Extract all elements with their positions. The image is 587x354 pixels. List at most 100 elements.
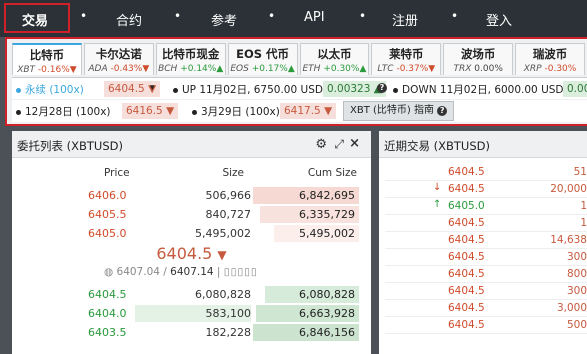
ask-size: 506,966 <box>205 189 252 202</box>
up-label: UP 11月02日, 6750.00 USD <box>182 84 323 96</box>
tab-eos[interactable]: EOS 代币 EOS +0.17%▲ <box>227 43 298 75</box>
xbt-guide-button[interactable]: XBT (比特币) 指南 ? <box>343 101 455 121</box>
nav-register[interactable]: 注册 <box>392 10 418 29</box>
dec-price: 6416.5 <box>126 105 163 117</box>
perpetual-label: 永续 (100x) <box>25 84 84 96</box>
mark-price: 6407.04 <box>116 266 160 278</box>
trade-price: 6404.5 <box>448 319 485 331</box>
trade-price: 6404.5 <box>448 251 485 263</box>
col-size[interactable]: Size <box>222 167 244 179</box>
nav-api[interactable]: API <box>304 10 325 25</box>
dec-price-badge: 6416.5 ▼ <box>122 103 179 119</box>
tab-name: 以太币 <box>317 47 352 61</box>
last-price: 6404.5 ▼ <box>12 244 371 263</box>
bid-row[interactable]: 6404.0 583,100 6,663,928 <box>12 304 371 323</box>
tab-eth[interactable]: 以太币 ETH +0.30%▲ <box>299 43 370 75</box>
tab-symbol: XRP <box>523 64 542 74</box>
index-price: 6407.14 <box>170 266 214 278</box>
arrow-up-icon: ▲ <box>287 64 295 74</box>
ask-row[interactable]: 6405.5 840,727 6,335,729 <box>12 205 371 224</box>
ask-cum: 6,842,695 <box>299 189 355 202</box>
tab-change: +0.30% <box>323 64 360 74</box>
top-nav: 交易 • 合约 • 参考 • API • 注册 • 登入 <box>0 0 587 37</box>
arrow-down-icon: ▼ <box>69 65 77 75</box>
ask-row[interactable]: 6405.0 5,495,002 5,495,002 <box>12 224 371 243</box>
tab-name: 莱特币 <box>389 47 424 61</box>
nav-contracts[interactable]: 合约 <box>116 10 142 29</box>
trade-row: 6404.5 300 <box>385 249 587 266</box>
tab-name: 卡尔达诺 <box>95 47 142 61</box>
bid-cum: 6,846,156 <box>299 326 355 339</box>
chevron-down-icon[interactable]: ▾ <box>150 83 155 93</box>
up-contract[interactable]: UP 11月02日, 6750.00 USD <box>173 82 323 97</box>
contracts-row-2: 12月28日 (100x) 6416.5 ▼ 3月29日 (100x) 6417… <box>12 100 587 122</box>
tab-name: EOS 代币 <box>236 47 290 61</box>
tab-xrp[interactable]: 瑞波币 XRP -0.30% <box>515 43 585 75</box>
orderbook-header: 委托列表 (XBTUSD) ⚙ ⤢ × <box>12 131 371 158</box>
trade-row: 6404.5 300 <box>385 283 587 300</box>
tab-name: 比特币 <box>29 48 65 62</box>
nav-separator: • <box>174 9 182 23</box>
trade-row: 6404.5 800 <box>385 266 587 283</box>
close-icon[interactable]: × <box>349 136 360 151</box>
ask-size: 840,727 <box>205 208 252 221</box>
orderbook-title: 委托列表 (XBTUSD) <box>17 139 123 153</box>
tab-symbol: ADA <box>88 64 108 74</box>
bid-price: 6403.5 <box>88 326 127 339</box>
bid-price: 6404.0 <box>88 307 127 320</box>
trade-row: 6404.5 14,638 <box>385 232 587 249</box>
tab-trx[interactable]: 波场币 TRX 0.00% <box>443 43 514 75</box>
recent-trades-header: 近期交易 (XBTUSD) <box>379 131 587 158</box>
arrow-up-icon: ↑ <box>433 199 442 210</box>
arrow-down-icon: ▼ <box>217 248 227 262</box>
trade-size: 1 <box>580 217 587 229</box>
tab-symbol: EOS <box>230 64 249 74</box>
tab-xbt[interactable]: 比特币 XBT -0.16%▼ <box>12 43 82 75</box>
perpetual-price: 6404.5 <box>108 83 145 95</box>
mar-contract[interactable]: 3月29日 (100x) <box>192 104 280 119</box>
arrow-up-icon: ▲ <box>216 64 224 74</box>
tab-bch[interactable]: 比特币现金 BCH +0.14%▲ <box>155 43 226 75</box>
tab-change: +0.14% <box>180 64 217 74</box>
perpetual-contract[interactable]: 永续 (100x) <box>16 82 84 97</box>
tab-change: 0.00% <box>474 64 503 74</box>
nav-separator: • <box>359 9 367 23</box>
trade-size: 300 <box>566 251 587 263</box>
tab-name: 瑞波币 <box>532 47 568 61</box>
trade-price: 6404.5 <box>448 268 485 280</box>
trade-row: 6404.5 500 <box>385 317 587 334</box>
trade-size: 500 <box>566 319 587 331</box>
col-price[interactable]: Price <box>104 167 130 179</box>
ask-row[interactable]: 6406.0 506,966 6,842,695 <box>12 186 371 205</box>
recent-trades-title: 近期交易 (XBTUSD) <box>384 139 490 153</box>
tab-ada[interactable]: 卡尔达诺 ADA -0.43%▼ <box>83 43 154 75</box>
arrow-down-icon: ▼ <box>142 64 150 74</box>
bid-size: 182,228 <box>205 326 252 339</box>
trade-size: 3,000 <box>556 302 587 314</box>
trade-price: 6404.5 <box>448 285 485 297</box>
ask-size: 5,495,002 <box>195 227 251 240</box>
contracts-row-1: 永续 (100x) 6404.5 ▼ ▾ UP 11月02日, 6750.00 … <box>12 77 587 99</box>
trade-row: 6404.5 51 <box>385 164 587 181</box>
nav-trade[interactable]: 交易 <box>22 10 48 29</box>
bid-row[interactable]: 6404.5 6,080,828 6,080,828 <box>12 285 371 304</box>
nav-login[interactable]: 登入 <box>486 10 512 29</box>
expand-icon[interactable]: ⤢ <box>334 137 344 152</box>
nav-reference[interactable]: 参考 <box>211 10 237 29</box>
ask-price: 6406.0 <box>88 189 127 202</box>
trade-size: 800 <box>566 268 587 280</box>
dec-contract[interactable]: 12月28日 (100x) <box>16 104 111 119</box>
tab-ltc[interactable]: 莱特币 LTC -0.37%▼ <box>371 43 442 75</box>
instrument-tabs: 比特币 XBT -0.16%▼ 卡尔达诺 ADA -0.43%▼ 比特币现金 B… <box>12 43 587 75</box>
trade-row: ↓ 6404.5 20,000 <box>385 181 587 198</box>
arrow-up-icon: ▲ <box>359 64 367 74</box>
bid-row[interactable]: 6403.5 182,228 6,846,156 <box>12 323 371 342</box>
mar-label: 3月29日 (100x) <box>201 106 280 118</box>
down-contract[interactable]: DOWN 11月02日, 6000.00 USD <box>393 82 564 97</box>
ask-cum: 6,335,729 <box>299 208 355 221</box>
gear-icon[interactable]: ⚙ <box>315 137 327 152</box>
last-price-value: 6404.5 <box>156 244 213 263</box>
up-price: 0.00323 <box>327 83 371 95</box>
help-icon[interactable]: ? <box>377 83 387 93</box>
col-cum-size[interactable]: Cum Size <box>308 167 357 179</box>
